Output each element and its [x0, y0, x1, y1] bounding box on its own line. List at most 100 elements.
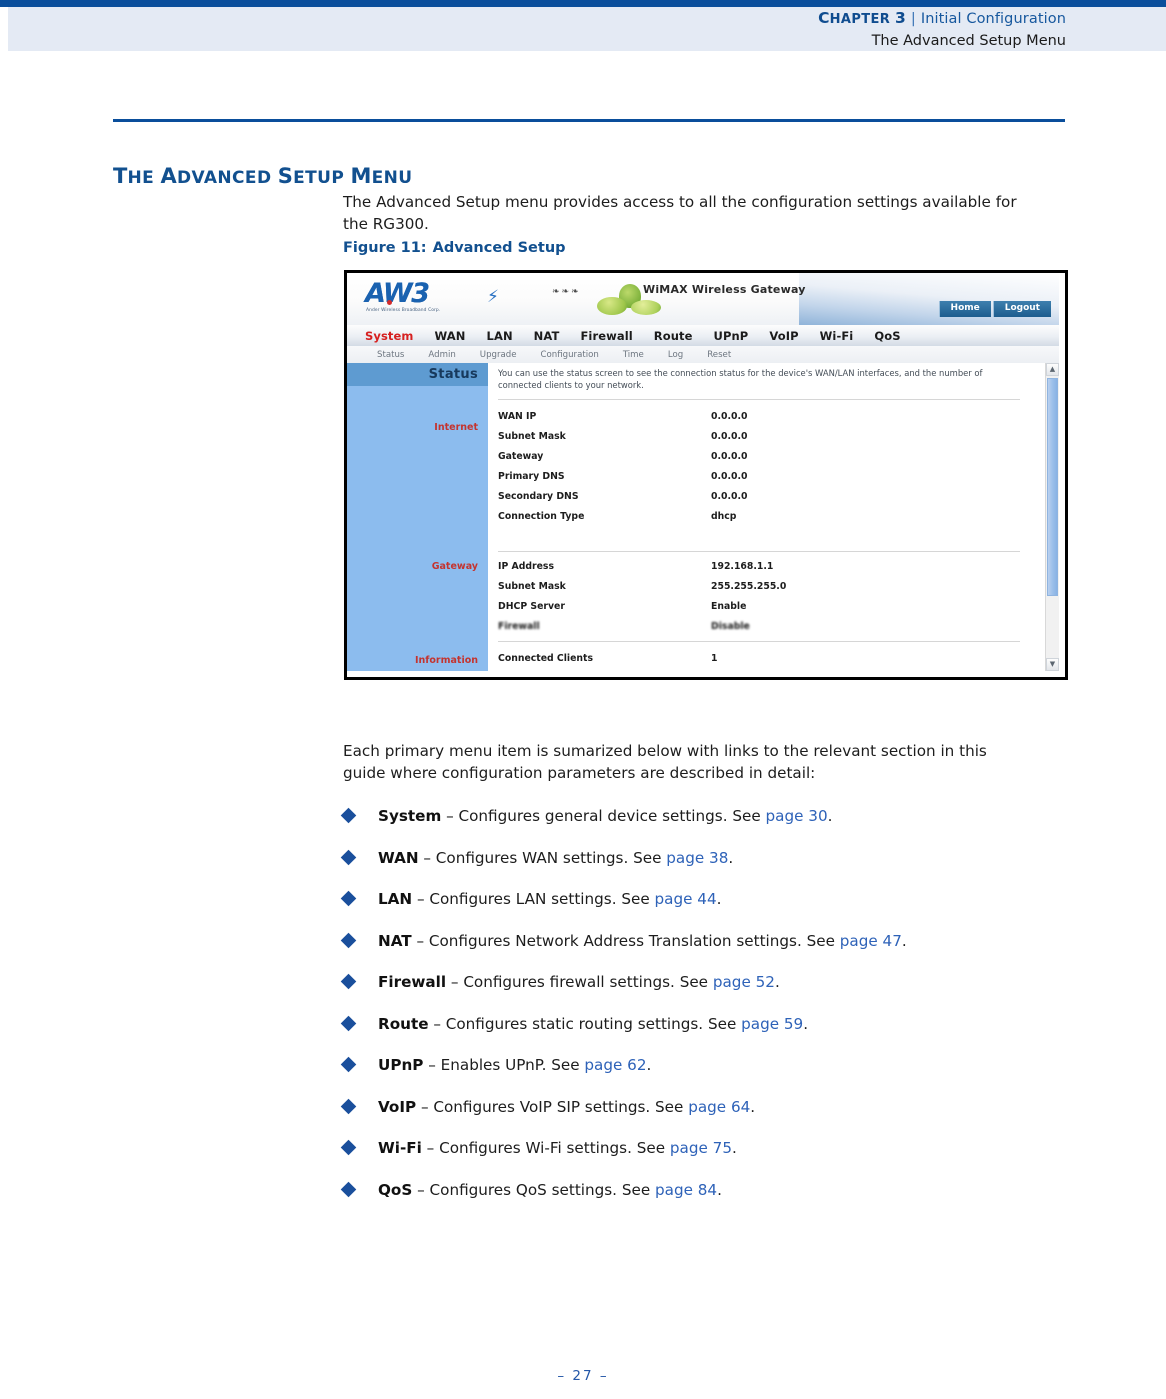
list-item-dash: – [446, 973, 464, 991]
status-divider-middle [498, 551, 1020, 552]
router-nav-route[interactable]: Route [654, 329, 693, 343]
aw3-logo: AW3 Ander Wireless Broadband Corp. [365, 280, 465, 316]
router-subnav-status[interactable]: Status [377, 350, 404, 360]
status-row-key: WAN IP [498, 411, 537, 422]
status-row: Secondary DNS 0.0.0.0 [498, 491, 1028, 511]
summary-paragraph: Each primary menu item is sumarized belo… [343, 742, 987, 783]
list-item-period: . [750, 1097, 756, 1116]
list-item: Firewall – Configures firewall settings.… [340, 972, 1063, 997]
router-ui-scrollbar[interactable]: ▲ ▼ [1045, 363, 1059, 671]
banner-gradient-right [799, 273, 1059, 325]
router-nav-wi-fi[interactable]: Wi-Fi [820, 329, 854, 343]
page-reference-link[interactable]: page 44 [655, 890, 717, 908]
list-item: NAT – Configures Network Address Transla… [340, 931, 1063, 956]
list-item: System – Configures general device setti… [340, 806, 1063, 831]
home-button[interactable]: Home [938, 301, 991, 317]
scroll-down-arrow-icon[interactable]: ▼ [1046, 658, 1059, 671]
router-nav-upnp[interactable]: UPnP [714, 329, 749, 343]
status-row: Subnet Mask 0.0.0.0 [498, 431, 1028, 451]
router-nav-firewall[interactable]: Firewall [580, 329, 632, 343]
router-nav-system[interactable]: System [365, 329, 414, 343]
list-item-period: . [827, 807, 833, 825]
page-reference-link[interactable]: page 62 [584, 1056, 646, 1074]
page-reference-link[interactable]: page 38 [666, 849, 728, 867]
page-reference-link[interactable]: page 47 [840, 932, 902, 950]
list-item-description: Configures LAN settings. See [429, 890, 655, 908]
figure-caption: Figure 11: Advanced Setup [343, 240, 566, 256]
router-nav-wan[interactable]: WAN [435, 329, 466, 343]
router-nav-nat[interactable]: NAT [534, 329, 560, 343]
status-row-value: 0.0.0.0 [711, 431, 748, 442]
router-subnav-reset[interactable]: Reset [707, 350, 731, 360]
chapter-label-c: C [818, 9, 830, 27]
router-nav-lan[interactable]: LAN [487, 329, 513, 343]
page-title-part-5: ETUP [293, 168, 351, 189]
status-row-key: Subnet Mask [498, 581, 566, 592]
status-row-key: Connection Type [498, 511, 585, 522]
birds-icon: ❧❧❧ [552, 287, 581, 297]
list-item: VoIP – Configures VoIP SIP settings. See… [340, 1097, 1063, 1122]
list-item-term: Wi-Fi [378, 1139, 422, 1157]
list-item: LAN – Configures LAN settings. See page … [340, 889, 1063, 914]
page-reference-link[interactable]: page 64 [688, 1098, 750, 1116]
status-row-key: Subnet Mask [498, 431, 566, 442]
list-item-term: LAN [378, 890, 413, 908]
header-separator: | [910, 11, 916, 27]
list-item-term: NAT [378, 931, 412, 950]
list-item-term: VoIP [378, 1097, 417, 1116]
status-row: Primary DNS 0.0.0.0 [498, 471, 1028, 491]
page-title-part-1: HE [127, 168, 161, 189]
list-item-dash: – [416, 1097, 434, 1116]
router-subnav-time[interactable]: Time [623, 350, 644, 360]
list-item-description: Configures Wi-Fi settings. See [439, 1139, 670, 1157]
router-subnav-configuration[interactable]: Configuration [541, 350, 599, 360]
list-item-dash: – [412, 1180, 430, 1199]
page-title-part-3: DVANCED [176, 168, 278, 189]
menu-item-list: System – Configures general device setti… [340, 806, 1063, 1221]
logout-button[interactable]: Logout [992, 301, 1051, 317]
list-item-term: System [378, 807, 442, 825]
page-running-header: CHAPTER 3 | Initial Configuration The Adva… [0, 0, 1166, 56]
page-title-part-4: S [277, 164, 294, 189]
page-reference-link[interactable]: page 52 [713, 973, 775, 991]
page-reference-link[interactable]: page 84 [655, 1181, 717, 1199]
router-status-content: You can use the status screen to see the… [488, 363, 1046, 671]
aw3-logo-text: AW3 [365, 280, 465, 307]
router-nav-voip[interactable]: VoIP [769, 329, 798, 343]
scroll-up-arrow-icon[interactable]: ▲ [1046, 363, 1059, 376]
router-nav-qos[interactable]: QoS [874, 329, 900, 343]
status-row-value: 0.0.0.0 [711, 471, 748, 482]
list-item-period: . [901, 931, 907, 950]
page-reference-link[interactable]: page 59 [741, 1015, 803, 1033]
page-reference-link[interactable]: page 30 [766, 807, 828, 825]
diamond-bullet-icon [340, 890, 357, 907]
router-subnav-admin[interactable]: Admin [428, 350, 455, 360]
aw3-logo-dot-icon [387, 300, 392, 305]
list-item-term: Firewall [378, 973, 447, 991]
status-divider-top [498, 399, 1020, 400]
header-top-rule [0, 0, 1166, 7]
page-title-part-7: ENU [371, 168, 413, 189]
status-row: Connected Clients 1 [498, 653, 1028, 673]
list-item-term: UPnP [378, 1056, 424, 1074]
list-item-description: Configures WAN settings. See [435, 848, 667, 867]
list-item-dash: – [421, 1139, 440, 1157]
router-subnav-upgrade[interactable]: Upgrade [480, 350, 517, 360]
intro-paragraph: The Advanced Setup menu provides access … [343, 193, 1017, 234]
router-sub-nav: Status Admin Upgrade Configuration Time Log Re… [347, 346, 1059, 363]
diamond-bullet-icon [340, 973, 357, 990]
status-row: Subnet Mask 255.255.255.0 [498, 581, 1028, 601]
router-subnav-log[interactable]: Log [668, 350, 683, 360]
page-reference-link[interactable]: page 75 [670, 1139, 732, 1157]
page-title-part-6: M [350, 164, 372, 189]
list-item-description: Configures VoIP SIP settings. See [433, 1097, 689, 1116]
scrollbar-thumb[interactable] [1047, 378, 1058, 596]
diamond-bullet-icon [340, 1181, 357, 1197]
list-item: Route – Configures static routing settin… [340, 1014, 1063, 1039]
router-primary-nav: System WAN LAN NAT Firewall Route UPnP VoIP Wi-F… [347, 325, 1059, 346]
status-row-key: Secondary DNS [498, 491, 579, 502]
chapter-number: 3 [894, 9, 906, 27]
sidebar-group-gateway: Gateway [431, 561, 478, 572]
status-row: IP Address 192.168.1.1 [498, 561, 1028, 581]
list-item-period: . [774, 973, 780, 991]
